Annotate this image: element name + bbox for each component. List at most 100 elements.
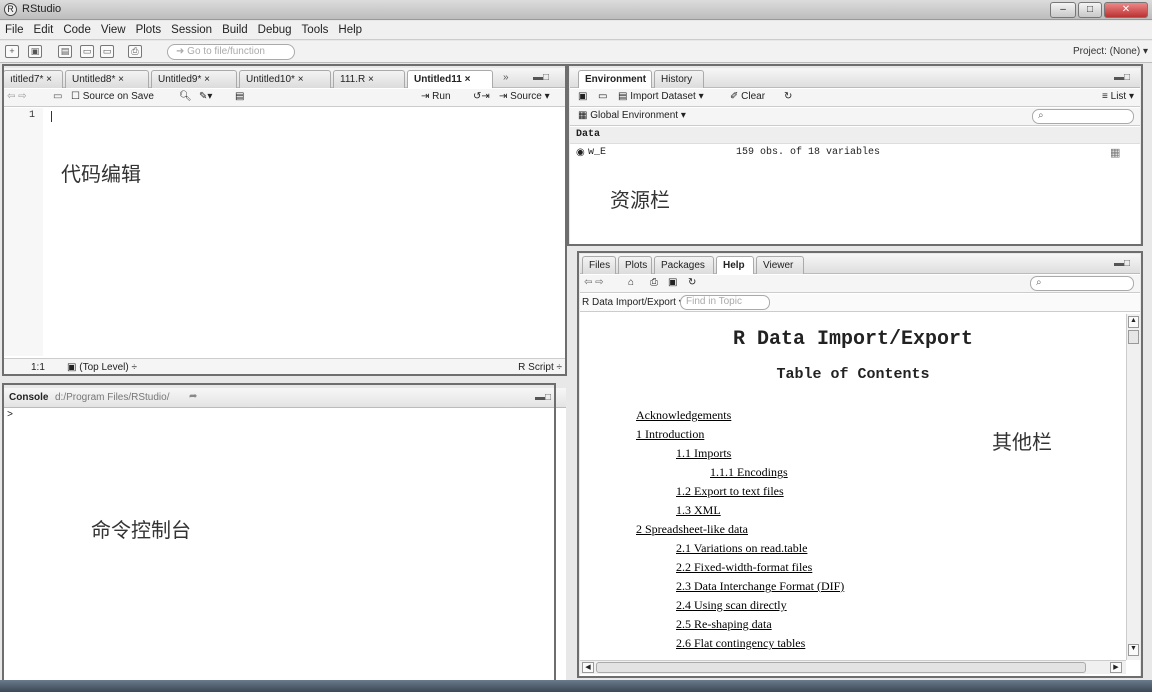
refresh-icon[interactable]: ↻ <box>784 91 792 102</box>
toc-link[interactable]: 2.1 Variations on read.table <box>676 541 807 556</box>
toc-link[interactable]: 1.1 Imports <box>676 446 731 461</box>
print-icon[interactable]: ⎙ <box>128 45 142 58</box>
menu-view[interactable]: View <box>96 21 131 36</box>
help-vertical-scrollbar[interactable]: ▲ ▼ <box>1126 314 1140 660</box>
open-file-icon[interactable]: ▤ <box>58 45 72 58</box>
scroll-up-arrow-icon[interactable]: ▲ <box>1128 316 1139 328</box>
save-file-icon[interactable]: ▭ <box>53 91 62 102</box>
help-print-icon[interactable]: ⎙ <box>650 277 658 288</box>
toc-link[interactable]: 2.4 Using scan directly <box>676 598 787 613</box>
tab-untitled7[interactable]: ıtitled7* × <box>3 70 63 88</box>
source-on-save-checkbox[interactable]: ☐ Source on Save <box>71 91 154 102</box>
tab-packages[interactable]: Packages <box>654 256 714 274</box>
rerun-icon[interactable]: ↺⇥ <box>473 91 490 102</box>
tab-111-r[interactable]: 111.R × <box>333 70 405 88</box>
help-back-forward-icon[interactable]: ⇦ ⇨ <box>584 277 604 288</box>
menu-help[interactable]: Help <box>333 21 367 36</box>
import-dataset-button[interactable]: ▤ Import Dataset ▾ <box>618 91 704 102</box>
env-row[interactable]: ◉ w_E 159 obs. of 18 variables ▦ <box>570 145 1140 161</box>
toc-link[interactable]: 1.3 XML <box>676 503 721 518</box>
menu-edit[interactable]: Edit <box>29 21 59 36</box>
toc-link[interactable]: 1.1.1 Encodings <box>710 465 788 480</box>
source-label: Source <box>510 91 542 102</box>
view-mode-selector[interactable]: ≡ List ▾ <box>1102 91 1134 102</box>
save-all-icon[interactable]: ▭ <box>100 45 114 58</box>
tab-plots[interactable]: Plots <box>618 256 652 274</box>
menu-file[interactable]: File <box>0 21 29 36</box>
help-search-input[interactable]: ⌕ <box>1030 276 1134 291</box>
global-env-selector[interactable]: ▦ Global Environment ▾ <box>578 110 686 121</box>
console-path: d:/Program Files/RStudio/ <box>55 392 170 403</box>
menu-session[interactable]: Session <box>166 21 217 36</box>
scope-selector[interactable]: ▣ (Top Level) ÷ <box>67 362 137 373</box>
toc-link[interactable]: 1 Introduction <box>636 427 704 442</box>
help-refresh-icon[interactable]: ↻ <box>688 277 696 288</box>
tab-untitled10[interactable]: Untitled10* × <box>239 70 331 88</box>
menu-code[interactable]: Code <box>58 21 96 36</box>
console-prompt[interactable]: > <box>7 410 13 421</box>
horizontal-scroll-thumb[interactable] <box>596 662 1086 673</box>
save-workspace-icon[interactable]: ▭ <box>598 91 607 102</box>
new-project-icon[interactable]: ▣ <box>28 45 42 58</box>
tab-untitled9[interactable]: Untitled9* × <box>151 70 237 88</box>
menu-debug[interactable]: Debug <box>253 21 297 36</box>
environment-scope-bar: ▦ Global Environment ▾ ⌕ <box>570 108 1140 126</box>
menu-build[interactable]: Build <box>217 21 253 36</box>
pane-minimize-icon[interactable]: ▬□ <box>533 72 549 83</box>
toc-link[interactable]: 2.2 Fixed-width-format files <box>676 560 812 575</box>
project-menu[interactable]: Project: (None) ▾ <box>1073 46 1148 57</box>
help-open-window-icon[interactable]: ▣ <box>668 277 677 288</box>
console-minimize-icon[interactable]: ▬□ <box>535 392 551 403</box>
help-topic-selector[interactable]: R Data Import/Export ▾ <box>582 297 684 308</box>
tab-overflow-button[interactable]: » <box>503 72 509 83</box>
editor-toolbar: ⇦ ⇨ ▭ ☐ Source on Save 🔍︎ ✎▾ ▤ ⇥ Run ↺⇥ … <box>3 89 566 107</box>
toc-link[interactable]: 2.5 Re-shaping data <box>676 617 772 632</box>
toc-link[interactable]: 2.6 Flat contingency tables <box>676 636 805 651</box>
toc-link[interactable]: 2 Spreadsheet-like data <box>636 522 748 537</box>
scroll-down-arrow-icon[interactable]: ▼ <box>1128 644 1139 656</box>
help-home-icon[interactable]: ⌂ <box>628 277 634 288</box>
tab-environment[interactable]: Environment <box>578 70 652 88</box>
env-search-input[interactable]: ⌕ <box>1032 109 1134 124</box>
clear-button[interactable]: ✐ Clear <box>730 91 765 102</box>
code-tools-icon[interactable]: ✎▾ <box>199 91 212 102</box>
back-forward-icon[interactable]: ⇦ ⇨ <box>7 91 27 102</box>
code-editor-area[interactable] <box>43 108 563 356</box>
maximize-button[interactable]: □ <box>1078 2 1102 18</box>
tab-help[interactable]: Help <box>716 256 754 274</box>
env-minimize-icon[interactable]: ▬□ <box>1114 72 1130 83</box>
new-file-icon[interactable]: + <box>5 45 19 58</box>
tab-untitled11[interactable]: Untitled11 × <box>407 70 493 88</box>
console-goto-dir-icon[interactable]: ➦ <box>189 391 197 402</box>
run-button[interactable]: ⇥ Run <box>421 91 451 102</box>
expand-row-icon[interactable]: ◉ <box>576 147 585 158</box>
tab-viewer[interactable]: Viewer <box>756 256 804 274</box>
menu-tools[interactable]: Tools <box>297 21 334 36</box>
help-subtitle: Table of Contents <box>776 366 930 383</box>
run-label: Run <box>432 91 451 102</box>
compile-report-icon[interactable]: ▤ <box>235 91 244 102</box>
view-data-icon[interactable]: ▦ <box>1110 146 1120 159</box>
find-replace-icon[interactable]: 🔍︎ <box>179 91 192 102</box>
help-horizontal-scrollbar[interactable]: ◀ ▶ <box>580 660 1126 674</box>
scroll-thumb[interactable] <box>1128 330 1139 344</box>
tab-untitled8[interactable]: Untitled8* × <box>65 70 149 88</box>
goto-file-input[interactable]: ➜ Go to file/function <box>167 44 295 60</box>
minimize-button[interactable]: – <box>1050 2 1076 18</box>
tab-files[interactable]: Files <box>582 256 616 274</box>
scroll-right-arrow-icon[interactable]: ▶ <box>1110 662 1122 673</box>
file-type-selector[interactable]: R Script ÷ <box>518 362 562 373</box>
close-button[interactable]: ✕ <box>1104 2 1148 18</box>
find-in-topic-input[interactable]: Find in Topic <box>680 295 770 310</box>
save-icon[interactable]: ▭ <box>80 45 94 58</box>
toc-link[interactable]: 1.2 Export to text files <box>676 484 784 499</box>
tab-history[interactable]: History <box>654 70 704 88</box>
source-button[interactable]: ⇥ Source ▾ <box>499 91 550 102</box>
scroll-left-arrow-icon[interactable]: ◀ <box>582 662 594 673</box>
clear-label: Clear <box>741 91 766 102</box>
files-minimize-icon[interactable]: ▬□ <box>1114 258 1130 269</box>
toc-link[interactable]: Acknowledgements <box>636 408 731 423</box>
menu-plots[interactable]: Plots <box>131 21 167 36</box>
load-workspace-icon[interactable]: ▣ <box>578 91 587 102</box>
toc-link[interactable]: 2.3 Data Interchange Format (DIF) <box>676 579 844 594</box>
